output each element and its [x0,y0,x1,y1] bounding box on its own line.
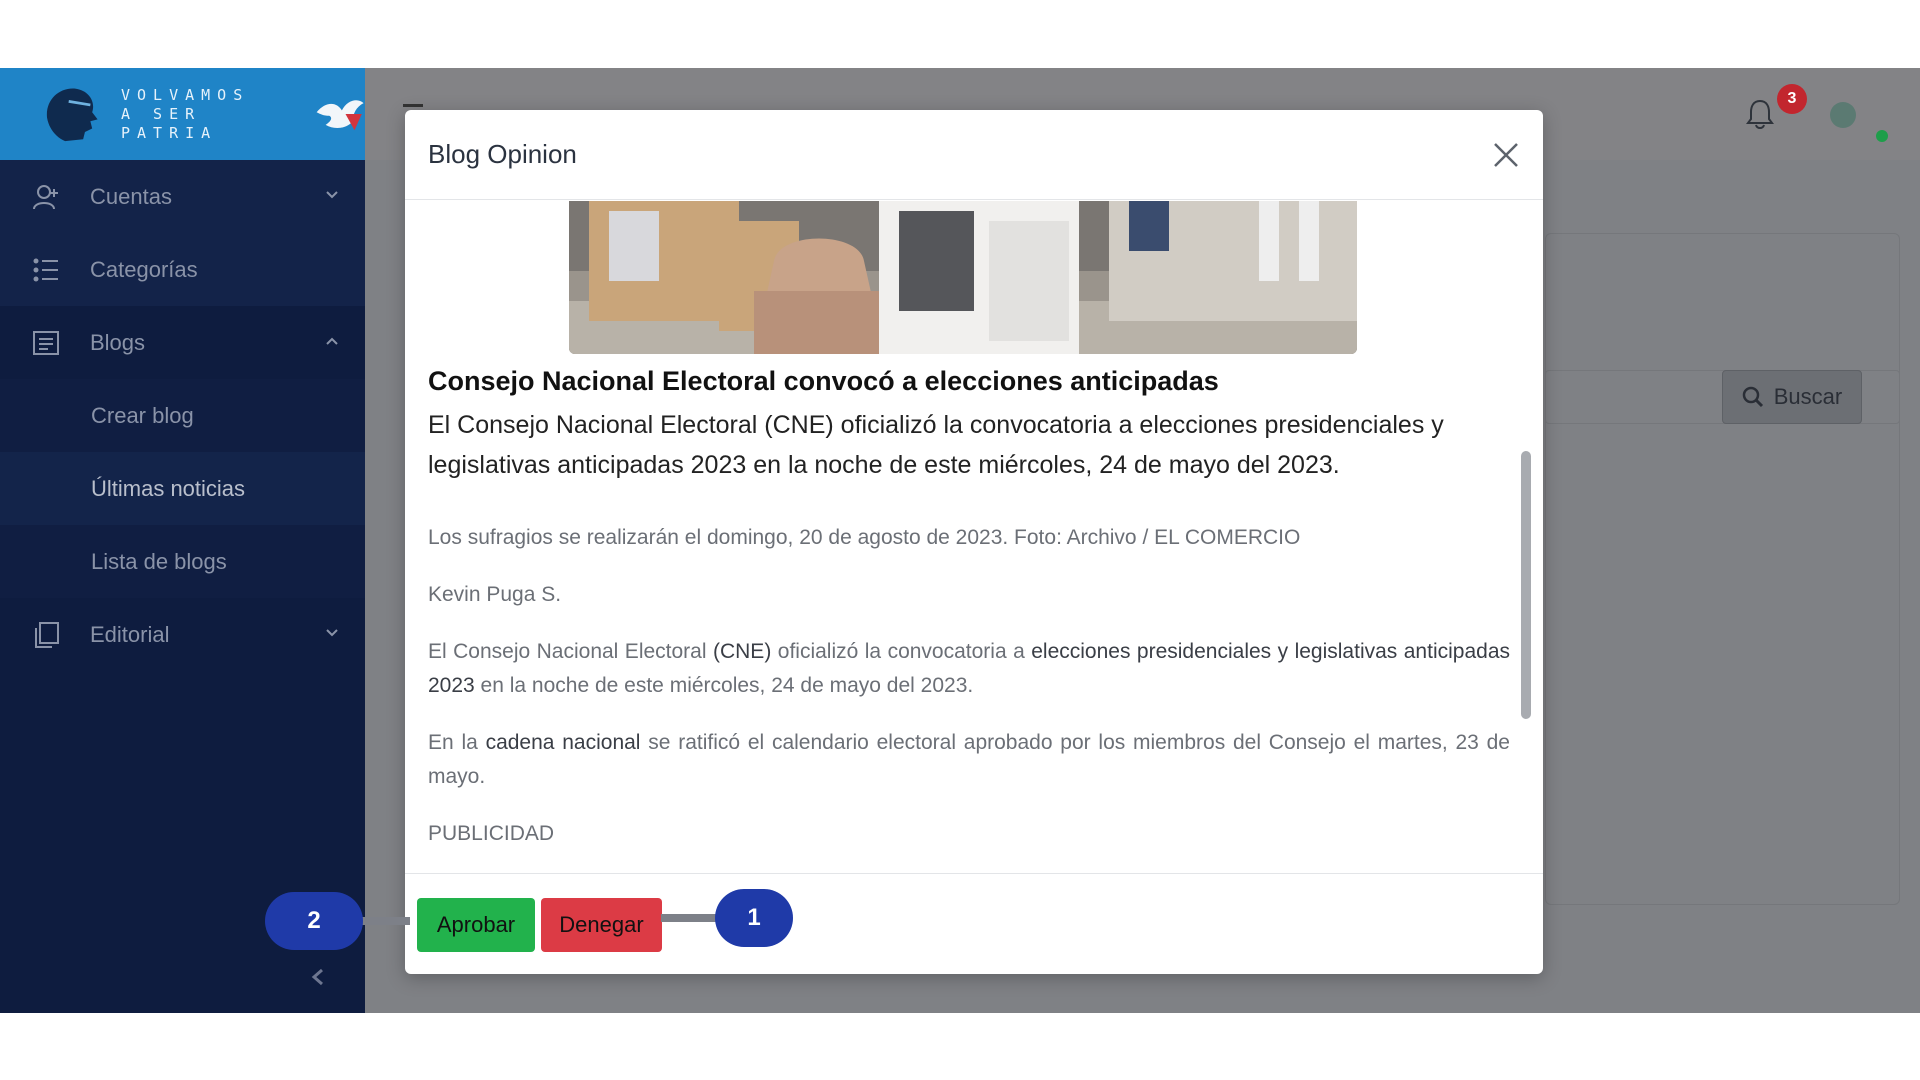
close-icon[interactable] [1491,140,1521,170]
callout-1-connector [661,914,717,922]
logo-portrait-icon [46,88,98,142]
dove-logo-icon [316,100,364,131]
sidebar-subitem-lista-de-blogs[interactable]: Lista de blogs [0,525,365,598]
sidebar-item-categorias[interactable]: Categorías [0,233,365,306]
modal-footer: Aprobar Denegar [405,873,1543,974]
deny-button[interactable]: Denegar [541,898,662,952]
article-paragraph-2: En la cadena nacional se ratificó el cal… [428,731,1510,788]
blog-opinion-modal: Blog Opinion Consejo Nacional Electoral … [405,110,1543,974]
list-icon [33,258,58,281]
callout-1: 1 [715,889,793,947]
sidebar-item-label: Editorial [90,621,170,647]
ad-label: PUBLICIDAD [428,822,555,845]
app-frame: VOLVAMOS A SER PATRIA Cuentas Categorías… [0,68,1920,1013]
content-card [1545,233,1900,905]
article-content: Consejo Nacional Electoral convocó a ele… [428,366,1510,873]
modal-header: Blog Opinion [405,110,1543,200]
article-photo [569,201,1357,354]
copy-icon [35,621,59,648]
modal-scrollbar[interactable] [1521,451,1531,719]
sidebar-item-label: Cuentas [90,183,172,209]
sidebar-item-cuentas[interactable]: Cuentas [0,160,365,233]
menu-toggle-icon[interactable] [403,104,423,107]
photo-caption: Los sufragios se realizarán el domingo, … [428,526,1301,549]
online-status-dot [1876,130,1888,142]
article-paragraph-1: El Consejo Nacional Electoral (CNE) ofic… [428,640,1510,697]
avatar[interactable] [1830,102,1856,128]
search-button-label: Buscar [1773,384,1843,409]
sidebar: VOLVAMOS A SER PATRIA Cuentas Categorías… [0,68,365,1013]
sidebar-subitem-ultimas-noticias[interactable]: Últimas noticias [0,452,365,525]
chevron-down-icon [326,191,338,199]
logo-wordmark: VOLVAMOS A SER PATRIA [121,85,250,142]
user-plus-icon [33,184,58,209]
article-author: Kevin Puga S. [428,583,562,606]
callout-2-connector [360,917,410,925]
sidebar-subitem-crear-blog[interactable]: Crear blog [0,379,365,452]
sidebar-item-label: Categorías [90,256,198,282]
article-headline: Consejo Nacional Electoral convocó a ele… [428,366,1219,396]
sidebar-item-blogs[interactable]: Blogs [0,306,365,379]
search-button[interactable]: Buscar [1722,370,1862,424]
chevron-up-icon [326,337,338,345]
document-icon [33,330,59,355]
article-lead: El Consejo Nacional Electoral (CNE) ofic… [428,411,1444,479]
chevron-down-icon [326,629,338,637]
modal-body[interactable]: Consejo Nacional Electoral convocó a ele… [405,201,1543,873]
modal-title: Blog Opinion [428,139,577,169]
search-icon [1742,386,1763,408]
notification-badge: 3 [1777,84,1807,114]
sidebar-item-editorial[interactable]: Editorial [0,598,365,671]
callout-2: 2 [265,892,363,950]
bell-icon[interactable] [1745,98,1775,130]
collapse-sidebar-icon[interactable] [310,968,326,986]
brand-logo[interactable]: VOLVAMOS A SER PATRIA [0,68,365,160]
approve-button[interactable]: Aprobar [417,898,535,952]
sidebar-item-label: Blogs [90,329,146,355]
